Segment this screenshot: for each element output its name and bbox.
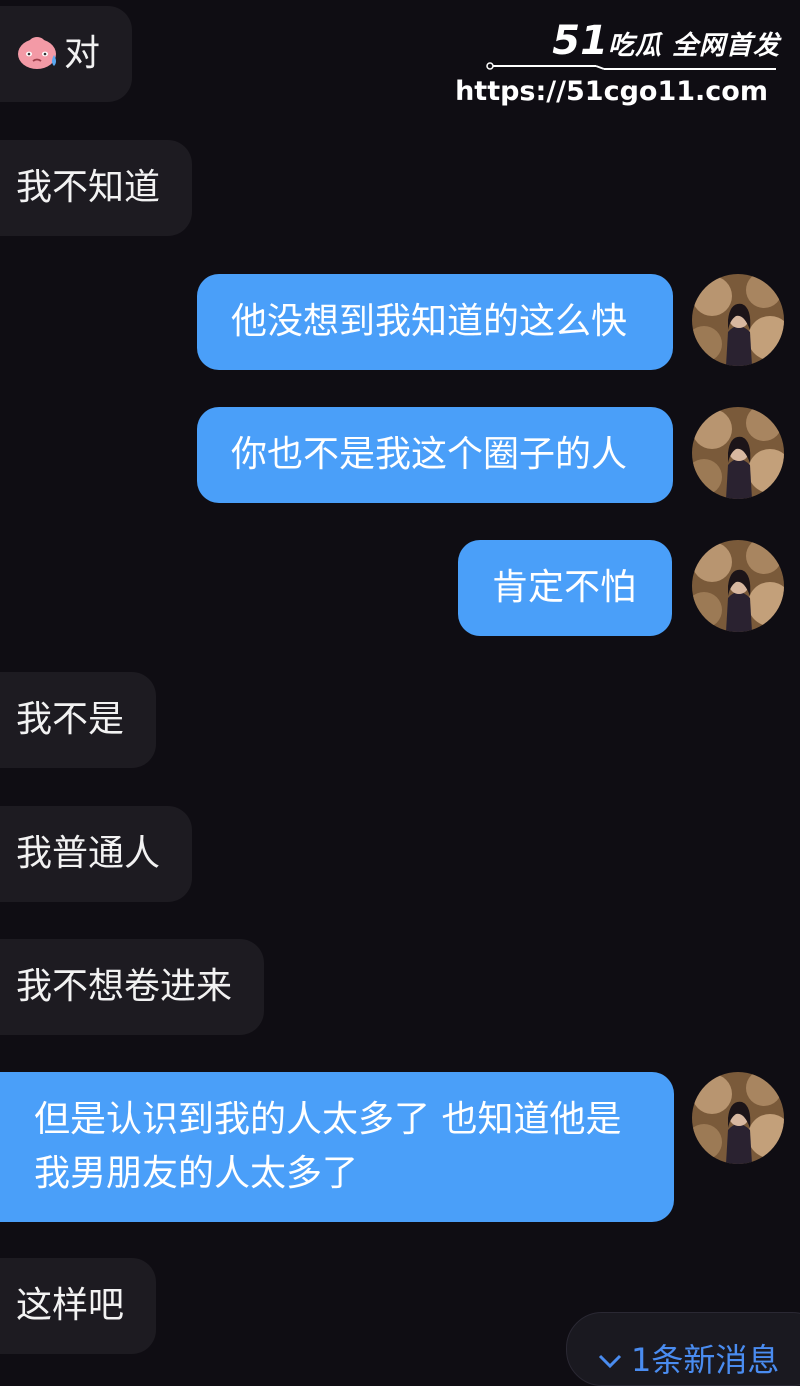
watermark-brand-number: 51 — [552, 18, 608, 64]
watermark: 51吃瓜 全网首发 https://51cgo11.com — [455, 10, 786, 110]
message-outgoing[interactable]: 肯定不怕 — [458, 540, 672, 636]
message-incoming[interactable]: 这样吧 — [0, 1258, 157, 1354]
message-text: 我不想卷进来 — [16, 966, 233, 1007]
message-text-line: 但是认识到我的人太多了 也知道他是 — [34, 1099, 622, 1140]
message-incoming[interactable]: 对 — [0, 6, 133, 102]
message-incoming[interactable]: 我不是 — [0, 672, 157, 768]
avatar[interactable] — [692, 274, 784, 366]
message-text: 对 — [64, 33, 101, 74]
user-avatar-icon — [692, 540, 784, 632]
new-messages-content: 1条新消息 — [597, 1335, 779, 1381]
message-incoming[interactable]: 我不知道 — [0, 140, 193, 236]
watermark-circuit-line — [486, 62, 776, 70]
avatar[interactable] — [692, 407, 784, 499]
chevron-down-icon — [598, 1354, 622, 1369]
watermark-brand: 51吃瓜 全网首发 — [552, 18, 780, 64]
avatar[interactable] — [692, 540, 784, 632]
message-text-line: 我男朋友的人太多了 — [34, 1153, 359, 1194]
message-text: 肯定不怕 — [492, 567, 637, 608]
message-text: 我不是 — [16, 699, 125, 740]
message-outgoing[interactable]: 但是认识到我的人太多了 也知道他是 我男朋友的人太多了 — [0, 1072, 674, 1222]
user-avatar-icon — [692, 1072, 784, 1164]
user-avatar-icon — [692, 274, 784, 366]
message-outgoing[interactable]: 他没想到我知道的这么快 — [197, 274, 673, 370]
message-incoming[interactable]: 我普通人 — [0, 806, 193, 902]
message-incoming[interactable]: 我不想卷进来 — [0, 939, 265, 1035]
user-avatar-icon — [692, 407, 784, 499]
message-text: 我普通人 — [16, 833, 161, 874]
watermark-brand-text: 吃瓜 全网首发 — [607, 31, 780, 61]
crying-face-sticker-icon — [18, 37, 56, 69]
message-outgoing[interactable]: 你也不是我这个圈子的人 — [197, 407, 673, 503]
new-messages-label: 1条新消息 — [631, 1341, 780, 1379]
message-text: 我不知道 — [16, 167, 161, 208]
message-text: 他没想到我知道的这么快 — [231, 301, 628, 342]
avatar[interactable] — [692, 1072, 784, 1164]
message-text: 你也不是我这个圈子的人 — [231, 434, 628, 475]
message-text: 这样吧 — [16, 1285, 125, 1326]
watermark-url: https://51cgo11.com — [455, 76, 768, 107]
new-messages-button[interactable]: 1条新消息 — [566, 1312, 800, 1386]
